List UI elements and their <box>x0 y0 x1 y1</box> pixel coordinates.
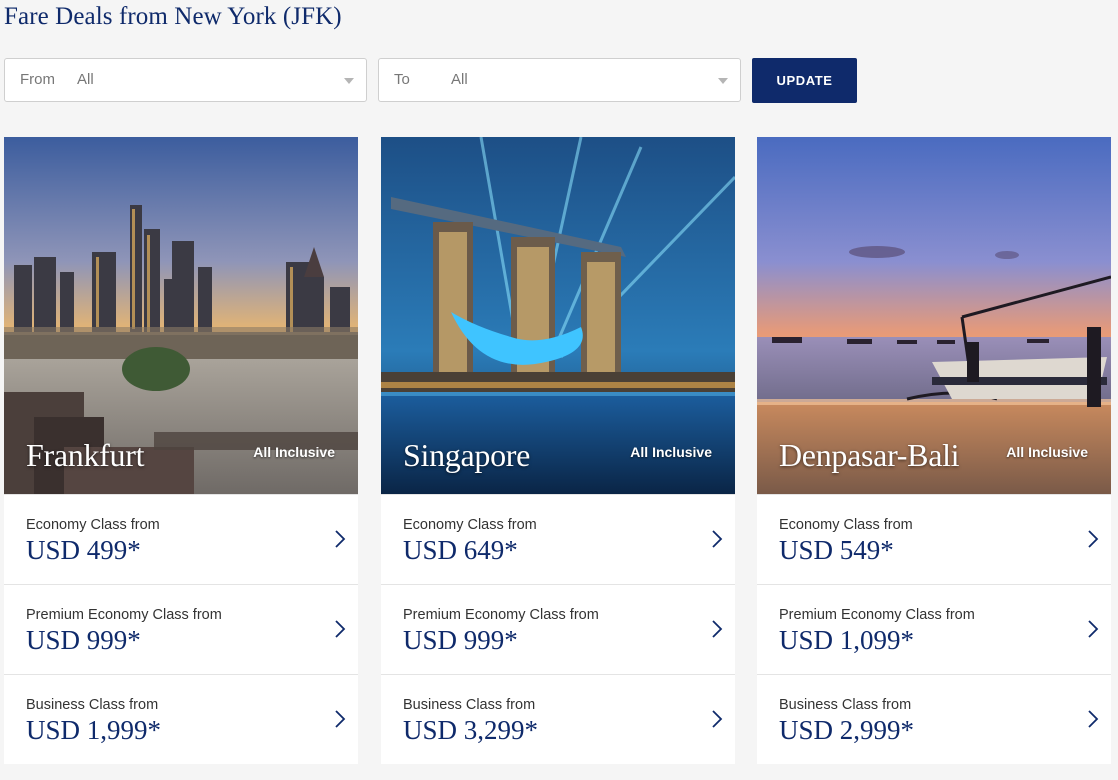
fare-price: USD 2,999* <box>779 715 915 745</box>
to-label: To <box>394 71 410 88</box>
chevron-right-icon <box>1088 710 1099 728</box>
fare-class-label: Economy Class from <box>779 517 913 533</box>
chevron-right-icon <box>712 530 723 548</box>
destination-image[interactable]: Singapore All Inclusive <box>381 137 735 494</box>
fare-price: USD 999* <box>26 625 141 655</box>
fare-class-label: Business Class from <box>26 697 159 713</box>
all-inclusive-badge: All Inclusive <box>630 444 712 460</box>
caret-down-icon <box>344 78 354 84</box>
chevron-right-icon <box>335 710 346 728</box>
from-label: From <box>20 71 55 88</box>
fare-deals-page: Fare Deals from New York (JFK) From All … <box>0 0 1118 780</box>
fare-class-label: Business Class from <box>779 697 912 713</box>
fare-row-premium-economy[interactable]: Premium Economy Class from USD 999* <box>381 584 735 674</box>
chevron-right-icon <box>712 620 723 638</box>
fare-row-economy[interactable]: Economy Class from USD 499* <box>4 494 358 584</box>
deal-card-frankfurt: Frankfurt All Inclusive Economy Class fr… <box>4 137 358 764</box>
fare-price: USD 1,999* <box>26 715 162 745</box>
fare-class-label: Premium Economy Class from <box>779 607 975 623</box>
deal-card-denpasar-bali: Denpasar-Bali All Inclusive Economy Clas… <box>757 137 1111 764</box>
from-value: All <box>77 71 94 88</box>
to-value: All <box>451 71 468 88</box>
fare-price: USD 999* <box>403 625 518 655</box>
fare-price: USD 649* <box>403 535 518 565</box>
destination-image[interactable]: Denpasar-Bali All Inclusive <box>757 137 1111 494</box>
fare-row-business[interactable]: Business Class from USD 3,299* <box>381 674 735 764</box>
deal-card-singapore: Singapore All Inclusive Economy Class fr… <box>381 137 735 764</box>
chevron-right-icon <box>1088 620 1099 638</box>
fare-class-label: Business Class from <box>403 697 536 713</box>
from-select[interactable]: From All <box>4 58 367 102</box>
fare-row-business[interactable]: Business Class from USD 2,999* <box>757 674 1111 764</box>
fare-class-label: Premium Economy Class from <box>26 607 222 623</box>
chevron-right-icon <box>712 710 723 728</box>
fare-price: USD 1,099* <box>779 625 915 655</box>
destination-image[interactable]: Frankfurt All Inclusive <box>4 137 358 494</box>
fare-row-premium-economy[interactable]: Premium Economy Class from USD 1,099* <box>757 584 1111 674</box>
fare-row-premium-economy[interactable]: Premium Economy Class from USD 999* <box>4 584 358 674</box>
fare-price: USD 499* <box>26 535 141 565</box>
update-button[interactable]: UPDATE <box>752 58 857 103</box>
city-name: Frankfurt <box>26 437 145 473</box>
all-inclusive-badge: All Inclusive <box>1006 444 1088 460</box>
chevron-right-icon <box>335 620 346 638</box>
fare-price: USD 3,299* <box>403 715 539 745</box>
fare-class-label: Economy Class from <box>403 517 537 533</box>
fare-class-label: Premium Economy Class from <box>403 607 599 623</box>
fare-class-label: Economy Class from <box>26 517 160 533</box>
page-title: Fare Deals from New York (JFK) <box>4 3 342 30</box>
all-inclusive-badge: All Inclusive <box>253 444 335 460</box>
chevron-right-icon <box>335 530 346 548</box>
chevron-right-icon <box>1088 530 1099 548</box>
fare-price: USD 549* <box>779 535 894 565</box>
fare-row-business[interactable]: Business Class from USD 1,999* <box>4 674 358 764</box>
to-select[interactable]: To All <box>378 58 741 102</box>
city-name: Denpasar-Bali <box>779 437 960 473</box>
city-name: Singapore <box>403 437 531 473</box>
fare-row-economy[interactable]: Economy Class from USD 549* <box>757 494 1111 584</box>
fare-row-economy[interactable]: Economy Class from USD 649* <box>381 494 735 584</box>
caret-down-icon <box>718 78 728 84</box>
